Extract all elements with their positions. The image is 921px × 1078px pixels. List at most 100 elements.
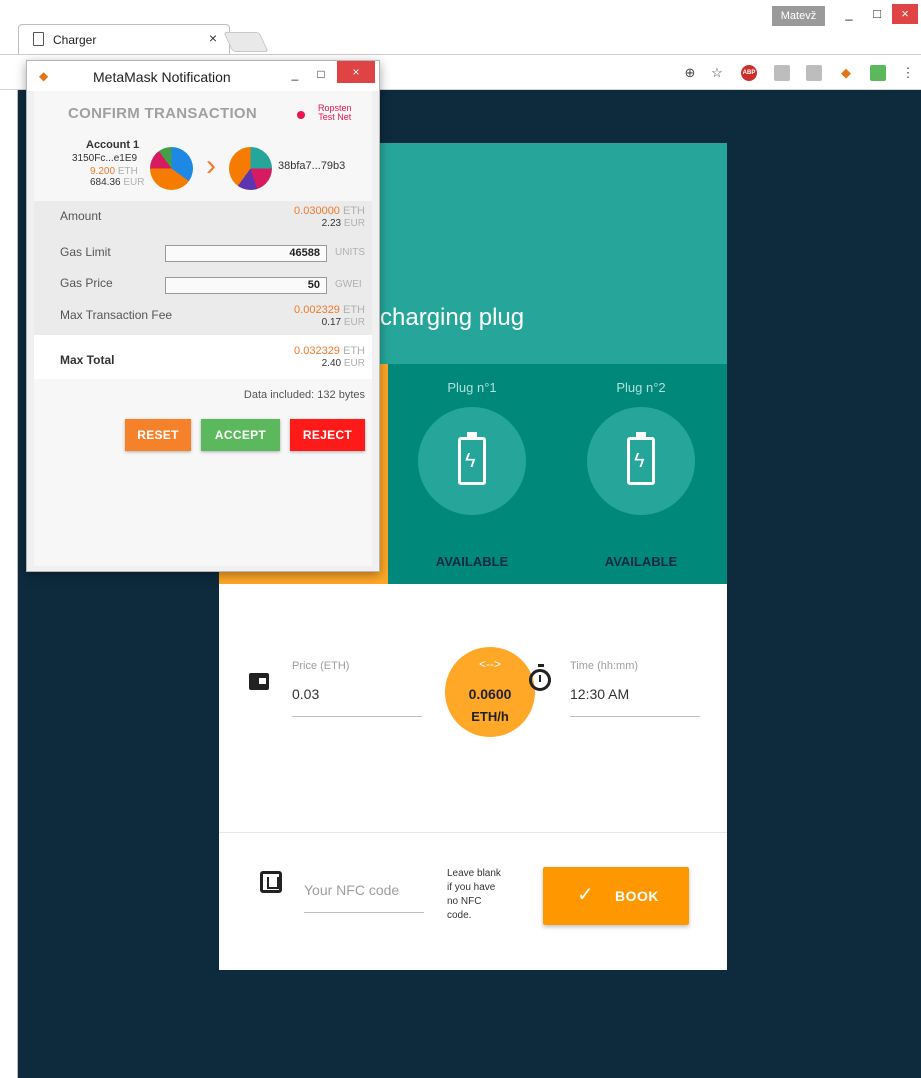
- nfc-input[interactable]: Your NFC code: [304, 882, 399, 898]
- time-input[interactable]: 12:30 AM: [570, 686, 629, 702]
- transaction-details: Amount 0.030000 ETH 2.23 EUR Gas Limit 4…: [34, 201, 372, 335]
- plug-1-status: AVAILABLE: [435, 554, 509, 569]
- battery-charging-icon: ϟ: [458, 432, 486, 485]
- plug-2-status: AVAILABLE: [604, 554, 678, 569]
- gas-price-label: Gas Price: [60, 276, 113, 290]
- window-left-frame: [0, 90, 18, 1078]
- metamask-titlebar: ◆ MetaMask Notification _ □ ×: [27, 61, 379, 91]
- max-total-row: Max Total 0.032329 ETH 2.40 EUR: [34, 335, 372, 379]
- max-fee-eur-value: 0.17: [321, 317, 342, 328]
- chevron-right-icon: ›: [206, 149, 216, 182]
- metamask-icon[interactable]: ◆: [838, 65, 854, 81]
- price-input[interactable]: 0.03: [292, 686, 319, 702]
- max-total-eur: 2.40 EUR: [322, 358, 365, 369]
- amount-eth: 0.030000 ETH: [294, 205, 365, 217]
- amount-eur: 2.23 EUR: [322, 218, 365, 229]
- network-status-dot: [297, 111, 305, 119]
- amount-eur-value: 2.23: [321, 218, 342, 229]
- popup-maximize-button[interactable]: □: [308, 63, 334, 85]
- metamask-body: CONFIRM TRANSACTION Ropsten Test Net Acc…: [34, 91, 372, 566]
- rate-unit: ETH/h: [471, 709, 509, 724]
- account-eth-value: 9.200: [90, 166, 116, 177]
- gas-limit-unit: UNITS: [335, 247, 365, 258]
- network-label: Ropsten Test Net: [318, 104, 352, 122]
- account-eur-unit: EUR: [123, 177, 145, 188]
- browser-tab-charger[interactable]: Charger ×: [18, 24, 230, 54]
- popup-minimize-button[interactable]: _: [282, 63, 308, 85]
- timer-icon: [529, 664, 551, 691]
- max-total-eth: 0.032329 ETH: [294, 345, 365, 357]
- accept-button[interactable]: ACCEPT: [201, 419, 280, 451]
- gas-limit-label: Gas Limit: [60, 245, 111, 259]
- plug-2-button[interactable]: ϟ: [587, 407, 695, 515]
- metamask-window-title: MetaMask Notification: [93, 69, 231, 85]
- extension-icon[interactable]: [774, 65, 790, 81]
- account-eur-balance: 684.36 EUR: [90, 177, 145, 188]
- popup-close-button[interactable]: ×: [337, 61, 375, 83]
- rate-value: 0.0600: [468, 686, 512, 702]
- plug-1-label: Plug n°1: [447, 380, 497, 395]
- amount-label: Amount: [60, 209, 102, 223]
- window-minimize-button[interactable]: _: [836, 4, 862, 24]
- account-name: Account 1: [86, 139, 140, 151]
- max-fee-eur: 0.17 EUR: [322, 317, 365, 328]
- amount-eth-value: 0.030000: [294, 205, 340, 217]
- max-total-eur-unit: EUR: [343, 358, 365, 369]
- amount-eth-unit: ETH: [343, 205, 365, 217]
- max-total-eth-unit: ETH: [343, 345, 365, 357]
- star-icon[interactable]: ☆: [709, 65, 725, 81]
- printer-icon[interactable]: [870, 65, 886, 81]
- account-address: 3150Fc...e1E9: [72, 153, 138, 164]
- gas-price-input[interactable]: 50: [165, 277, 327, 294]
- plug-2-label: Plug n°2: [616, 380, 666, 395]
- page-icon: [33, 32, 44, 46]
- account-eur-value: 684.36: [90, 177, 121, 188]
- sender-identicon: [150, 147, 193, 190]
- price-underline: [292, 716, 422, 717]
- max-total-eth-value: 0.032329: [294, 345, 340, 357]
- max-fee-label: Max Transaction Fee: [60, 308, 173, 322]
- data-included: Data included: 132 bytes: [243, 389, 365, 401]
- wallet-icon: [249, 673, 269, 690]
- window-maximize-button[interactable]: □: [864, 4, 890, 24]
- max-total-eur-value: 2.40: [321, 358, 342, 369]
- adblock-icon[interactable]: ABP: [741, 65, 757, 81]
- rate-badge[interactable]: <--> 0.0600 ETH/h: [445, 647, 535, 737]
- metamask-window: ◆ MetaMask Notification _ □ × CONFIRM TR…: [26, 60, 380, 572]
- max-fee-eth-value: 0.002329: [294, 304, 340, 316]
- reset-button[interactable]: RESET: [125, 419, 191, 451]
- plug-1-button[interactable]: ϟ: [418, 407, 526, 515]
- gas-limit-input[interactable]: 46588: [165, 245, 327, 262]
- recipient-address: 38bfa7...79b3: [278, 160, 346, 172]
- tab-close-icon[interactable]: ×: [209, 30, 217, 46]
- gas-price-unit: GWEI: [335, 279, 362, 290]
- reject-button[interactable]: REJECT: [290, 419, 365, 451]
- nfc-underline: [304, 912, 424, 913]
- network-line-2: Test Net: [318, 112, 352, 122]
- pdf-icon[interactable]: [806, 65, 822, 81]
- tab-title: Charger: [53, 33, 97, 47]
- menu-icon[interactable]: ⋮: [900, 65, 916, 81]
- account-eth-balance: 9.200 ETH: [90, 166, 138, 177]
- zoom-icon[interactable]: ⊕: [682, 65, 698, 81]
- new-tab-button[interactable]: [223, 32, 269, 52]
- swap-arrows-icon: <-->: [478, 657, 501, 671]
- book-button[interactable]: ✓ BOOK: [543, 867, 689, 925]
- page-title: charging plug: [380, 304, 525, 331]
- user-badge[interactable]: Matevž: [772, 6, 825, 26]
- check-icon: ✓: [577, 884, 594, 906]
- nfc-hint: Leave blank if you have no NFC code.: [447, 868, 501, 921]
- max-fee-eth: 0.002329 ETH: [294, 304, 365, 316]
- metamask-fox-icon: ◆: [39, 69, 49, 83]
- window-close-button[interactable]: ×: [892, 4, 918, 24]
- max-fee-eur-unit: EUR: [343, 317, 365, 328]
- battery-charging-icon: ϟ: [627, 432, 655, 485]
- confirm-heading: CONFIRM TRANSACTION: [68, 105, 258, 122]
- nfc-icon: [260, 871, 282, 893]
- time-underline: [570, 716, 700, 717]
- recipient-identicon: [229, 147, 272, 190]
- time-label: Time (hh:mm): [570, 660, 639, 672]
- amount-eur-unit: EUR: [343, 218, 365, 229]
- book-label: BOOK: [615, 888, 659, 904]
- account-eth-unit: ETH: [117, 166, 138, 177]
